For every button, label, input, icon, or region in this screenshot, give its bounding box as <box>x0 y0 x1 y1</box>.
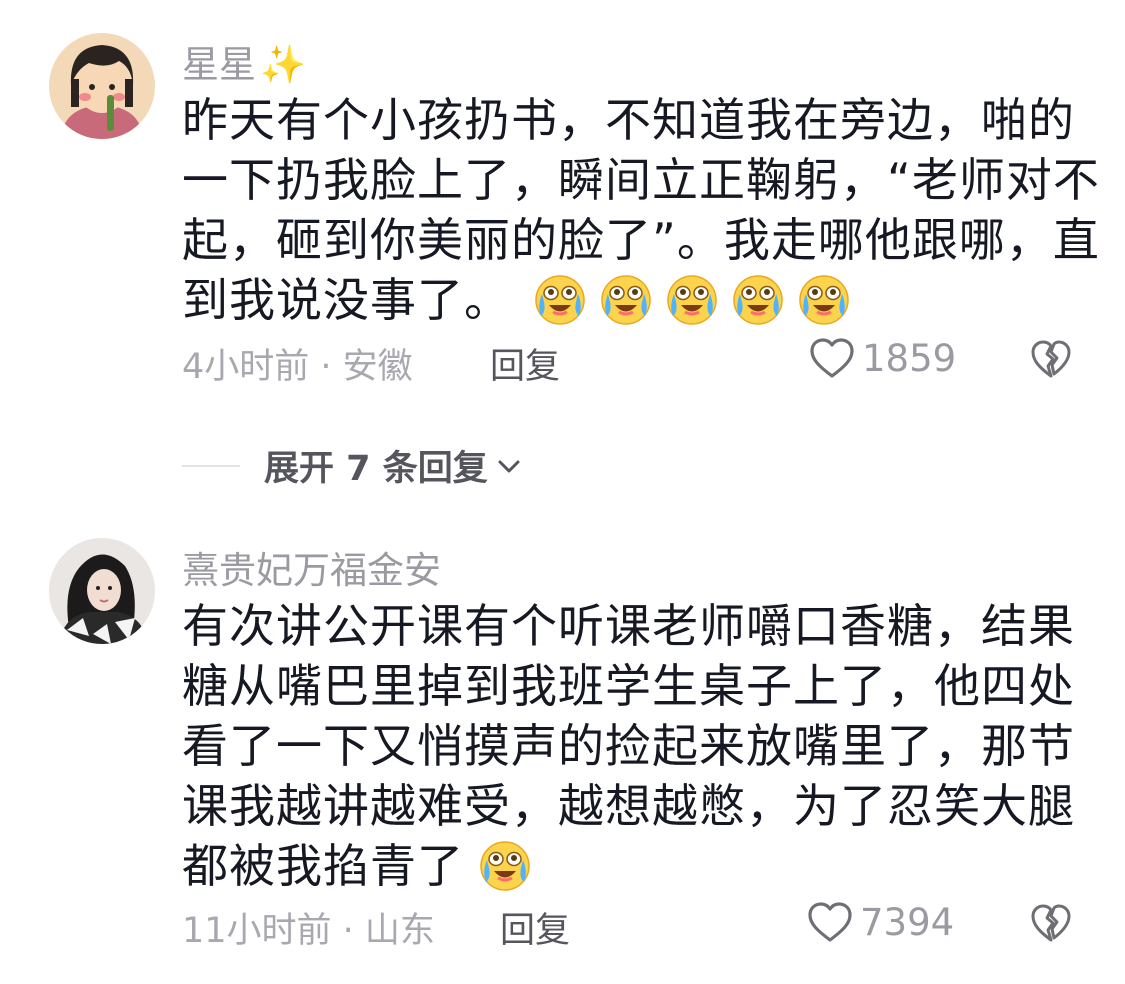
avatar[interactable] <box>49 33 155 139</box>
heart-icon <box>808 336 856 380</box>
comment-line: 有次讲公开课有个听课老师嚼口香糖，结果 <box>182 599 1075 653</box>
comment-line: 到我说没事了。 <box>182 270 1082 330</box>
chevron-down-icon <box>498 460 520 472</box>
comment-line: 看了一下又悄摸声的捡起来放嘴里了，那节 <box>182 719 1075 773</box>
comment-line: 起，砸到你美丽的脸了”。我走哪他跟哪，直 <box>182 213 1100 267</box>
expand-replies-label: 展开 7 条回复 <box>264 449 488 489</box>
like-count: 7394 <box>860 900 955 944</box>
comment-item: 熹贵妃万福金安 有次讲公开课有个听课老师嚼口香糖，结果 糖从嘴巴里掉到我班学生桌… <box>0 500 1125 984</box>
comment-time-location: 4小时前 · 安徽 <box>182 347 413 387</box>
laugh-cry-emoji <box>478 838 532 892</box>
sparkles-icon: ✨ <box>260 43 307 86</box>
comment-line: 课我越讲越难受，越想越憋，为了忍笑大腿 <box>182 779 1075 833</box>
comment-line: 糖从嘴巴里掉到我班学生桌子上了，他四处 <box>182 659 1075 713</box>
laugh-cry-emoji <box>599 272 653 326</box>
reply-button[interactable]: 回复 <box>500 902 570 953</box>
laugh-cry-emoji <box>533 272 587 326</box>
laugh-cry-emoji <box>665 272 719 326</box>
username[interactable]: 星星 ✨ <box>182 34 306 88</box>
comment-line: 昨天有个小孩扔书，不知道我在旁边，啪的 <box>182 93 1075 147</box>
like-button[interactable]: 7394 <box>806 900 954 944</box>
comment-text: 昨天有个小孩扔书，不知道我在旁边，啪的 一下扔我脸上了，瞬间立正鞠躬，“老师对不… <box>182 90 1100 330</box>
comment-line: 一下扔我脸上了，瞬间立正鞠躬，“老师对不 <box>182 153 1100 207</box>
comment-line: 都被我掐青了 <box>182 836 1082 896</box>
divider <box>182 464 240 467</box>
laugh-cry-emoji <box>797 272 851 326</box>
comment-time-location: 11小时前 · 山东 <box>182 911 435 951</box>
broken-heart-icon[interactable] <box>1030 902 1072 944</box>
laugh-cry-emoji <box>731 272 785 326</box>
like-count: 1859 <box>862 336 957 380</box>
like-button[interactable]: 1859 <box>808 336 956 380</box>
reply-button[interactable]: 回复 <box>490 338 560 389</box>
avatar[interactable] <box>49 538 155 644</box>
comment-item: 星星 ✨ 昨天有个小孩扔书，不知道我在旁边，啪的 一下扔我脸上了，瞬间立正鞠躬，“… <box>0 0 1125 400</box>
username[interactable]: 熹贵妃万福金安 <box>182 540 441 594</box>
heart-icon <box>806 900 854 944</box>
comment-text: 有次讲公开课有个听课老师嚼口香糖，结果 糖从嘴巴里掉到我班学生桌子上了，他四处 … <box>182 596 1082 896</box>
expand-replies-button[interactable]: 展开 7 条回复 <box>182 440 524 491</box>
broken-heart-icon[interactable] <box>1030 338 1072 380</box>
